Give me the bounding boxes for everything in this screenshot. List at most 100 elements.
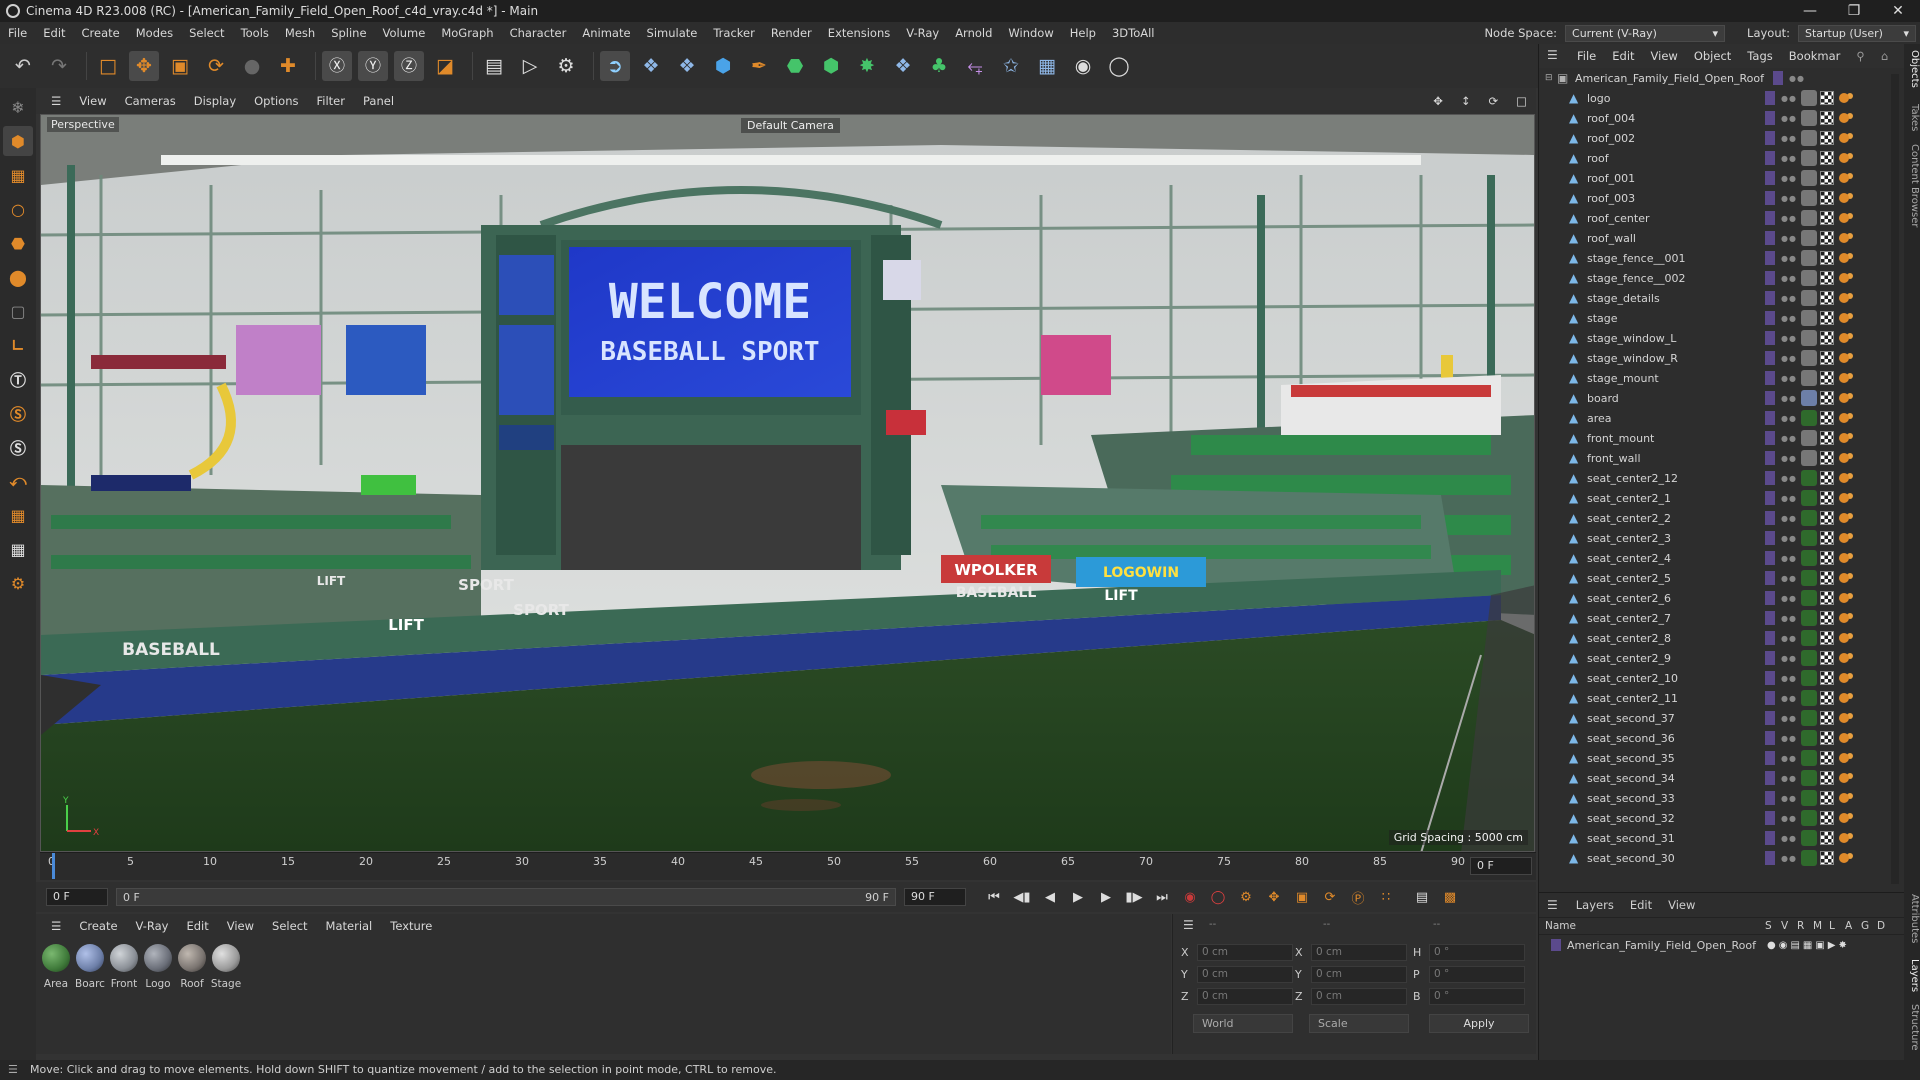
scale-key-icon[interactable]: ▣ [1290, 885, 1314, 909]
menu-mograph[interactable]: MoGraph [433, 22, 501, 44]
uv-tag-icon[interactable] [1820, 751, 1834, 765]
layer-menu-view[interactable]: View [1660, 898, 1703, 912]
phong-tag-icon[interactable] [1839, 213, 1849, 223]
object-row[interactable]: ▲ seat_center2_12 ●● [1539, 468, 1899, 488]
timeline-ruler[interactable]: 0 5 10 15 20 25 30 35 40 45 50 55 60 65 … [40, 852, 1536, 880]
render-settings-icon[interactable]: ⚙ [551, 51, 581, 81]
coordinate-system-icon[interactable]: ◪ [430, 51, 460, 81]
object-row[interactable]: ▲ stage_mount ●● [1539, 368, 1899, 388]
phong-tag-icon[interactable] [1839, 193, 1849, 203]
vray-icon[interactable]: ➲ [600, 51, 630, 81]
object-row[interactable]: ▲ roof_wall ●● [1539, 228, 1899, 248]
next-frame-icon[interactable]: ▶ [1094, 885, 1118, 909]
phong-tag-icon[interactable] [1839, 113, 1849, 123]
tab-takes[interactable]: Takes [1904, 104, 1920, 131]
maximize-button[interactable]: ❐ [1832, 0, 1876, 22]
pen-spline-icon[interactable]: ✒ [744, 51, 774, 81]
model-mode-icon[interactable]: ⬢ [3, 126, 33, 156]
visibility-dots[interactable]: ●● [1781, 534, 1801, 543]
uv-tag-icon[interactable] [1820, 371, 1834, 385]
tab-layers[interactable]: Layers [1904, 959, 1920, 992]
visibility-dots[interactable]: ●● [1781, 254, 1801, 263]
object-row[interactable]: ▲ roof_002 ●● [1539, 128, 1899, 148]
viewport-rotate-icon[interactable]: ⟳ [1479, 94, 1507, 108]
edges-mode-icon[interactable]: ⬣ [3, 228, 33, 258]
uv-tag-icon[interactable] [1820, 731, 1834, 745]
snap-icon[interactable]: ⤺ [3, 466, 33, 496]
uv-tag-icon[interactable] [1820, 191, 1834, 205]
object-name[interactable]: seat_second_35 [1587, 752, 1765, 765]
phong-tag-icon[interactable] [1839, 533, 1849, 543]
object-row[interactable]: ▲ area ●● [1539, 408, 1899, 428]
search-icon[interactable]: ⚲ [1848, 49, 1872, 63]
object-row[interactable]: ▲ seat_center2_4 ●● [1539, 548, 1899, 568]
rotation-p-field[interactable]: 0 ° [1429, 966, 1525, 983]
visibility-dots[interactable]: ●● [1781, 494, 1801, 503]
object-name[interactable]: stage_details [1587, 292, 1765, 305]
position-key-icon[interactable]: ✥ [1262, 885, 1286, 909]
material-swatch[interactable]: Area [40, 944, 72, 990]
render-picture-viewer-icon[interactable]: ▷ [515, 51, 545, 81]
material-tag-icon[interactable] [1801, 770, 1817, 786]
go-to-start-icon[interactable]: ⏮ [982, 885, 1006, 909]
uv-tag-icon[interactable] [1820, 571, 1834, 585]
material-tag-icon[interactable] [1801, 710, 1817, 726]
object-name[interactable]: seat_center2_2 [1587, 512, 1765, 525]
object-name[interactable]: stage_fence__001 [1587, 252, 1765, 265]
object-row[interactable]: ▲ board ●● [1539, 388, 1899, 408]
object-row[interactable]: ▲ seat_center2_1 ●● [1539, 488, 1899, 508]
visibility-dots[interactable]: ●● [1781, 454, 1801, 463]
phong-tag-icon[interactable] [1839, 833, 1849, 843]
object-row[interactable]: ▲ roof_001 ●● [1539, 168, 1899, 188]
uv-tag-icon[interactable] [1820, 711, 1834, 725]
phong-tag-icon[interactable] [1839, 733, 1849, 743]
solo-off-icon[interactable]: Ⓣ [3, 364, 33, 394]
material-tag-icon[interactable] [1801, 350, 1817, 366]
material-tag-icon[interactable] [1801, 230, 1817, 246]
material-tag-icon[interactable] [1801, 170, 1817, 186]
object-row[interactable]: ▲ seat_second_33 ●● [1539, 788, 1899, 808]
fcurve-icon[interactable]: ▩ [1438, 885, 1462, 909]
object-row[interactable]: ▲ seat_center2_10 ●● [1539, 668, 1899, 688]
viewport-menu-panel[interactable]: Panel [354, 94, 403, 108]
object-row[interactable]: ▲ seat_second_36 ●● [1539, 728, 1899, 748]
visibility-dots[interactable]: ●● [1781, 234, 1801, 243]
material-tag-icon[interactable] [1801, 270, 1817, 286]
phong-tag-icon[interactable] [1839, 753, 1849, 763]
cloner-icon[interactable]: ✸ [852, 51, 882, 81]
phong-tag-icon[interactable] [1839, 293, 1849, 303]
uv-tag-icon[interactable] [1820, 471, 1834, 485]
material-menu-create[interactable]: Create [70, 919, 126, 933]
visibility-dots[interactable]: ●● [1781, 394, 1801, 403]
size-y-field[interactable]: 0 cm [1311, 966, 1407, 983]
position-z-field[interactable]: 0 cm [1197, 988, 1293, 1005]
object-row[interactable]: ▲ roof_003 ●● [1539, 188, 1899, 208]
menu-tools[interactable]: Tools [233, 22, 277, 44]
object-name[interactable]: seat_center2_12 [1587, 472, 1765, 485]
viewport-move-icon[interactable]: ✥ [1424, 94, 1452, 108]
floor-object-icon[interactable]: ▦ [1032, 51, 1062, 81]
menu-modes[interactable]: Modes [128, 22, 181, 44]
uv-tag-icon[interactable] [1820, 271, 1834, 285]
object-menu-edit[interactable]: Edit [1604, 49, 1642, 63]
uv-tag-icon[interactable] [1820, 631, 1834, 645]
object-row[interactable]: ▲ seat_center2_9 ●● [1539, 648, 1899, 668]
object-name[interactable]: seat_second_36 [1587, 732, 1765, 745]
camera-object-icon[interactable]: ◉ [1068, 51, 1098, 81]
object-menu-view[interactable]: View [1643, 49, 1686, 63]
viewport-camera-name[interactable]: Default Camera [741, 118, 840, 133]
visibility-dots[interactable]: ●● [1781, 694, 1801, 703]
timeline-window-icon[interactable]: ▤ [1410, 885, 1434, 909]
phong-tag-icon[interactable] [1839, 413, 1849, 423]
phong-tag-icon[interactable] [1839, 233, 1849, 243]
visibility-dots[interactable]: ●● [1781, 474, 1801, 483]
object-name[interactable]: seat_center2_5 [1587, 572, 1765, 585]
object-name[interactable]: roof_003 [1587, 192, 1765, 205]
phong-tag-icon[interactable] [1839, 653, 1849, 663]
point-level-icon[interactable]: ∷ [1374, 885, 1398, 909]
material-menu-edit[interactable]: Edit [177, 919, 217, 933]
go-to-end-icon[interactable]: ⏭ [1150, 885, 1174, 909]
visibility-dots[interactable]: ●● [1781, 174, 1801, 183]
object-name[interactable]: seat_center2_1 [1587, 492, 1765, 505]
material-tag-icon[interactable] [1801, 750, 1817, 766]
